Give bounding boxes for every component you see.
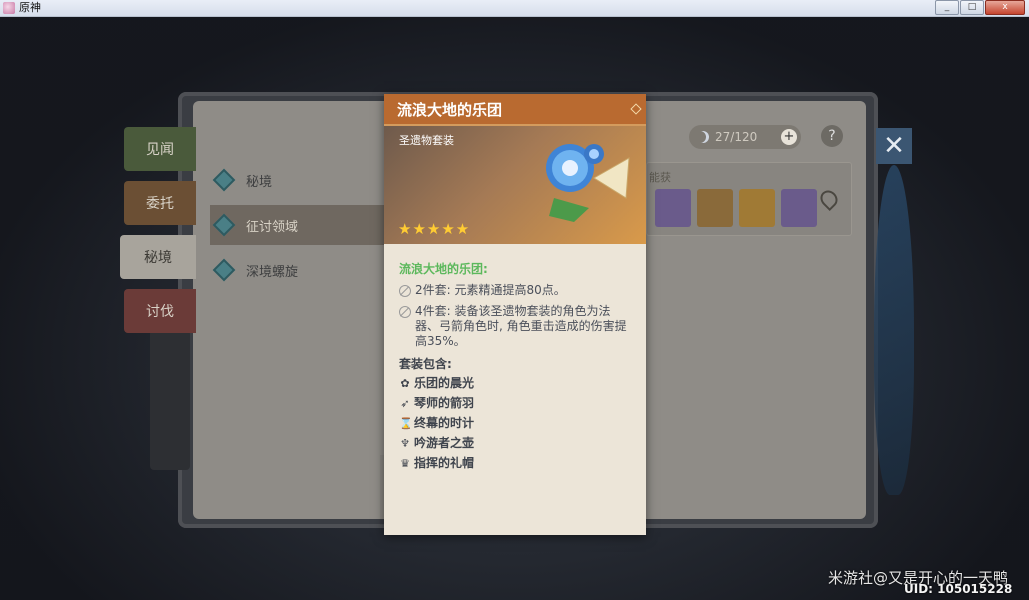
moon-icon [697,131,709,143]
set-piece: ✿ 乐团的晨光 [399,376,634,391]
window-titlebar: 原神 _ □ x [0,0,1029,17]
card-header: 流浪大地的乐团 [384,94,646,126]
ornament-icon [630,103,642,115]
card-body: 流浪大地的乐团: 2件套: 元素精通提高80点。 4件套: 装备该圣遗物套装的角… [399,262,634,476]
diamond-icon [212,258,236,282]
inactive-effect-icon [399,306,411,318]
maximize-button[interactable]: □ [960,0,984,15]
rewards-label: 能获 [649,171,671,184]
goblet-icon: ♆ [400,437,410,450]
set-name: 流浪大地的乐团: [399,262,488,276]
app-icon [3,2,15,14]
piece-name: 终幕的时计 [414,416,475,430]
set-piece: ➶ 琴师的箭羽 [399,396,634,411]
diamond-icon [212,168,236,192]
quill-feather-decoration [874,165,914,495]
flower-icon: ✿ [400,377,410,390]
minimize-button[interactable]: _ [935,0,959,15]
menu-item-domains[interactable]: 秘境 [210,160,385,200]
reward-item[interactable] [739,189,775,227]
window-controls: _ □ x [935,0,1025,15]
tab-bosses[interactable]: 讨伐 [124,289,196,333]
artifact-set-card: 流浪大地的乐团 圣遗物套装 ★★★★★ 流浪大地的乐团: 2件套: 元素精通提高… [384,94,646,535]
piece-name: 琴师的箭羽 [414,396,475,410]
menu-item-trounce-domains[interactable]: 征讨领域 [210,205,385,245]
card-subtitle: 圣遗物套装 [399,134,454,147]
set-piece: ⌛ 终幕的时计 [399,416,634,431]
set-piece: ♆ 吟游者之壶 [399,436,634,451]
reward-item[interactable] [781,189,817,227]
resin-value: 27/120 [715,130,758,144]
reward-item[interactable] [655,189,691,227]
four-piece-effect: 4件套: 装备该圣遗物套装的角色为法器、弓箭角色时, 角色重击造成的伤害提高35… [399,304,634,349]
help-button[interactable]: ? [821,125,843,147]
piece-name: 指挥的礼帽 [414,456,475,470]
window-title: 原神 [19,1,41,14]
tab-commissions[interactable]: 委托 [124,181,196,225]
window-close-button[interactable]: x [985,0,1025,15]
close-button[interactable]: ✕ [876,128,912,164]
menu-item-label: 秘境 [246,174,273,190]
tab-experience[interactable]: 见闻 [124,127,196,171]
add-resin-button[interactable]: + [781,129,797,145]
set-contains-label: 套装包含: [399,357,452,371]
card-title: 流浪大地的乐团 [397,101,503,119]
hourglass-icon: ⌛ [399,417,413,430]
set-piece: ♛ 指挥的礼帽 [399,456,634,471]
feather-icon: ➶ [400,397,410,410]
menu-item-spiral-abyss[interactable]: 深境螺旋 [210,250,385,290]
card-banner: 圣遗物套装 ★★★★★ [384,126,646,244]
tab-domains[interactable]: 秘境 [120,235,196,279]
flower-artifact-icon [546,144,630,222]
book-spine [150,330,190,470]
effect-text: 2件套: 元素精通提高80点。 [415,283,566,297]
piece-name: 乐团的晨光 [414,376,475,390]
diamond-icon [212,213,236,237]
reward-item[interactable] [697,189,733,227]
effect-text: 4件套: 装备该圣遗物套装的角色为法器、弓箭角色时, 角色重击造成的伤害提高35… [415,304,627,348]
rarity-stars: ★★★★★ [398,220,471,238]
menu-item-label: 征讨领域 [246,219,299,235]
crown-icon: ♛ [400,457,410,470]
player-uid: UID: 105015228 [904,582,1013,596]
menu-item-label: 深境螺旋 [246,264,299,280]
original-resin-counter: 27/120 + [689,125,801,149]
two-piece-effect: 2件套: 元素精通提高80点。 [399,283,634,298]
piece-name: 吟游者之壶 [414,436,475,450]
inactive-effect-icon [399,285,411,297]
